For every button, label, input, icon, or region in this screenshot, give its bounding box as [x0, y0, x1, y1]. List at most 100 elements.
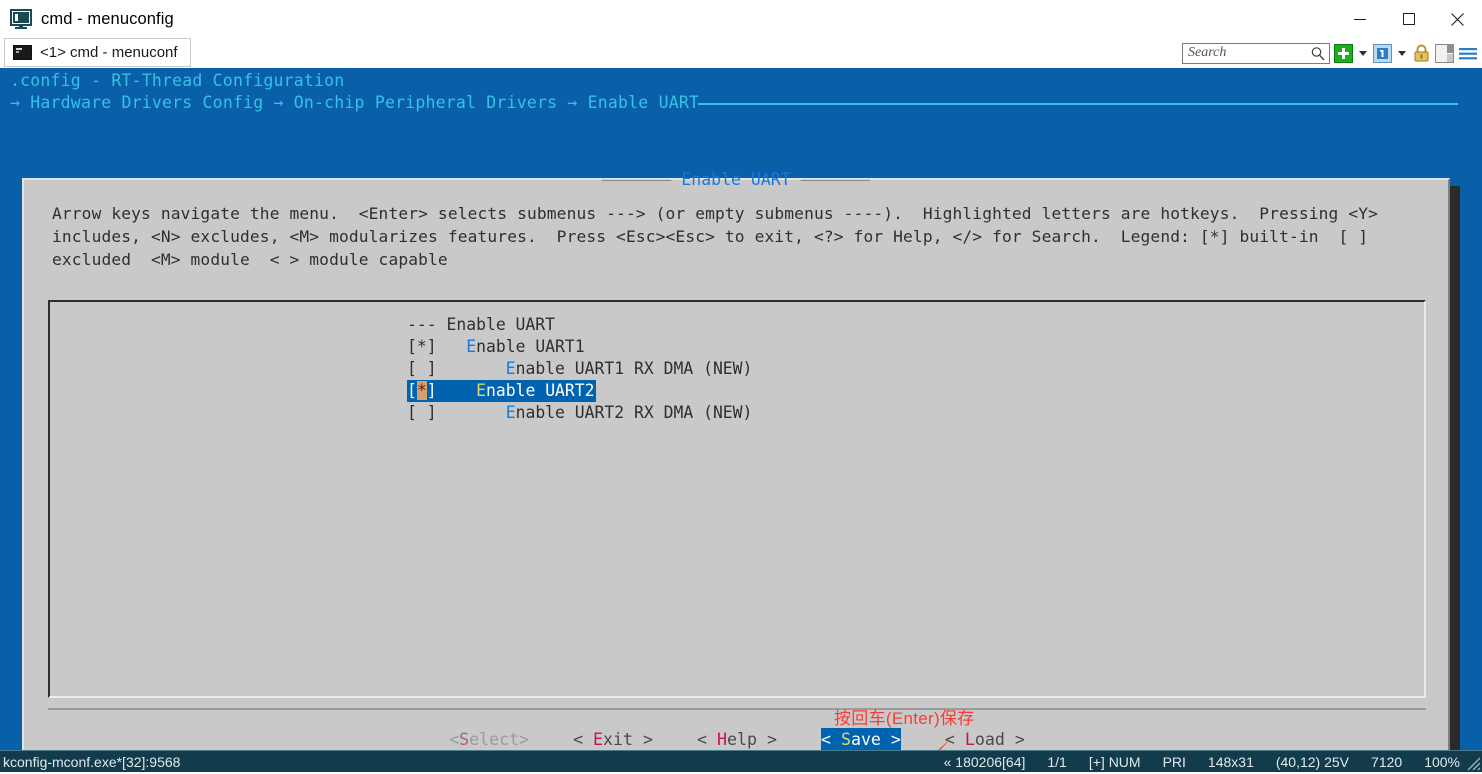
menu-item-label: nable UART2 RX DMA (NEW): [516, 403, 753, 422]
button-open-bracket: <: [697, 730, 717, 749]
window-title: cmd - menuconfig: [41, 10, 174, 29]
menu-item-row[interactable]: [*] Enable UART2: [407, 380, 752, 402]
menu-item-3[interactable]: [*] Enable UART2: [407, 380, 596, 402]
tab-console-1[interactable]: <1> cmd - menuconf: [4, 38, 191, 67]
dialog-title-bar: ——————— Enable UART ———————: [24, 170, 1448, 189]
conemu-toolbar: Search: [1182, 40, 1478, 66]
button-gap: [653, 728, 697, 750]
checkbox-close-bracket: ]: [427, 381, 447, 400]
menu-listbox[interactable]: --- Enable UART[*] Enable UART1[ ] Enabl…: [48, 300, 1426, 698]
window-controls: [1335, 0, 1482, 38]
button-open-bracket: <: [821, 730, 841, 749]
cursor-block: *: [417, 381, 427, 400]
button-hotkey: L: [965, 730, 975, 749]
button-open-bracket: <: [945, 730, 965, 749]
tab-label: <1> cmd - menuconf: [40, 44, 178, 61]
menu-item-label: nable UART1: [476, 337, 585, 356]
status-cell-2: [+] NUM: [1089, 754, 1141, 770]
status-cell-0: « 180206[64]: [944, 754, 1026, 770]
breadcrumb-arrow: →: [10, 93, 20, 112]
status-cell-5: (40,12) 25V: [1276, 754, 1349, 770]
menu-item-1[interactable]: [*] Enable UART1: [407, 336, 752, 358]
console-area: .config - RT-Thread Configuration → Hard…: [0, 68, 1482, 750]
split-pane-button[interactable]: [1435, 44, 1454, 63]
status-cell-1: 1/1: [1047, 754, 1066, 770]
new-console-button[interactable]: [1334, 44, 1353, 63]
button-select[interactable]: <Select>: [449, 728, 529, 750]
button-label: elp: [727, 730, 757, 749]
menu-item-marker: [*]: [407, 337, 446, 356]
status-process: kconfig-mconf.exe*[32]:9568: [3, 754, 180, 770]
console-tab-icon: [13, 45, 32, 60]
button-label: ave: [851, 730, 881, 749]
menu-item-row[interactable]: [ ] Enable UART2 RX DMA (NEW): [407, 402, 752, 424]
button-close-bracket: >: [1005, 730, 1025, 749]
button-open-bracket: <: [449, 730, 459, 749]
annotation-text: 按回车(Enter)保存: [834, 704, 975, 729]
search-input[interactable]: Search: [1182, 43, 1330, 64]
menu-item-row[interactable]: [*] Enable UART1: [407, 336, 752, 358]
status-bar: kconfig-mconf.exe*[32]:9568 « 180206[64]…: [0, 750, 1482, 772]
button-help[interactable]: < Help >: [697, 728, 777, 750]
window-titlebar[interactable]: cmd - menuconfig: [0, 0, 1482, 38]
button-open-bracket: <: [573, 730, 593, 749]
menu-items: --- Enable UART[*] Enable UART1[ ] Enabl…: [407, 314, 752, 424]
status-cells: « 180206[64] 1/1 [+] NUM PRI 148x31 (40,12) 2…: [922, 754, 1460, 770]
menu-item-hotkey: E: [476, 381, 486, 400]
lock-button[interactable]: [1412, 44, 1431, 63]
dialog-title-left-rule: ———————: [602, 170, 681, 189]
button-close-bracket: >: [519, 730, 529, 749]
dialog-title-right-rule: ———————: [791, 170, 870, 189]
button-hotkey: H: [717, 730, 727, 749]
breadcrumb-path: Hardware Drivers Config → On-chip Periph…: [20, 93, 699, 112]
breadcrumb-rule: [698, 103, 1458, 105]
button-load[interactable]: < Load >: [945, 728, 1025, 750]
search-icon[interactable]: [1310, 46, 1326, 67]
checkbox-open-bracket: [: [407, 381, 417, 400]
menu-item-hotkey: E: [506, 359, 516, 378]
status-cell-4: 148x31: [1208, 754, 1254, 770]
button-save[interactable]: < Save >: [821, 728, 901, 750]
button-bar: <Select>< Exit >< Help >< Save >< Load >: [48, 708, 1426, 750]
menu-item-indent: [446, 359, 505, 378]
menu-item-indent: [446, 337, 466, 356]
menu-item-4[interactable]: [ ] Enable UART2 RX DMA (NEW): [407, 402, 752, 424]
menu-item-marker: ---: [407, 315, 446, 334]
menu-item-marker: [ ]: [407, 403, 446, 422]
menu-item-0[interactable]: --- Enable UART: [407, 314, 752, 336]
menu-item-label: nable UART2: [486, 381, 595, 400]
dialog-buttons: <Select>< Exit >< Help >< Save >< Load >: [48, 728, 1426, 750]
search-placeholder: Search: [1188, 45, 1226, 61]
status-cell-3: PRI: [1163, 754, 1186, 770]
menu-item-label: Enable UART: [446, 315, 555, 334]
button-hotkey: S: [459, 730, 469, 749]
menu-item-row[interactable]: [ ] Enable UART1 RX DMA (NEW): [407, 358, 752, 380]
hamburger-menu-button[interactable]: [1458, 44, 1478, 63]
minimize-button[interactable]: [1335, 0, 1384, 38]
console-app-icon: [10, 8, 32, 30]
dialog-title: Enable UART: [681, 170, 790, 189]
close-button[interactable]: [1433, 0, 1482, 38]
maximize-button[interactable]: [1384, 0, 1433, 38]
button-gap: [529, 728, 573, 750]
active-console-dropdown-chevron-down-icon[interactable]: [1398, 51, 1406, 56]
status-cell-7: 100%: [1424, 754, 1460, 770]
button-close-bracket: >: [881, 730, 901, 749]
menu-item-marker: [ ]: [407, 359, 446, 378]
help-text: Arrow keys navigate the menu. <Enter> se…: [52, 202, 1427, 271]
active-console-button[interactable]: [1373, 44, 1392, 63]
menu-item-label: nable UART1 RX DMA (NEW): [516, 359, 753, 378]
button-hotkey: S: [841, 730, 851, 749]
menu-item-indent: [447, 381, 477, 400]
button-gap: [901, 728, 945, 750]
menu-item-row[interactable]: --- Enable UART: [407, 314, 752, 336]
new-console-dropdown-chevron-down-icon[interactable]: [1359, 51, 1367, 56]
menu-item-2[interactable]: [ ] Enable UART1 RX DMA (NEW): [407, 358, 752, 380]
button-label: oad: [975, 730, 1005, 749]
menu-item-indent: [446, 403, 505, 422]
button-label: xit: [603, 730, 633, 749]
resize-grip-icon[interactable]: [1463, 753, 1481, 771]
menu-dialog: ——————— Enable UART ——————— Arrow keys n…: [22, 178, 1450, 750]
button-exit[interactable]: < Exit >: [573, 728, 653, 750]
button-hotkey: E: [593, 730, 603, 749]
